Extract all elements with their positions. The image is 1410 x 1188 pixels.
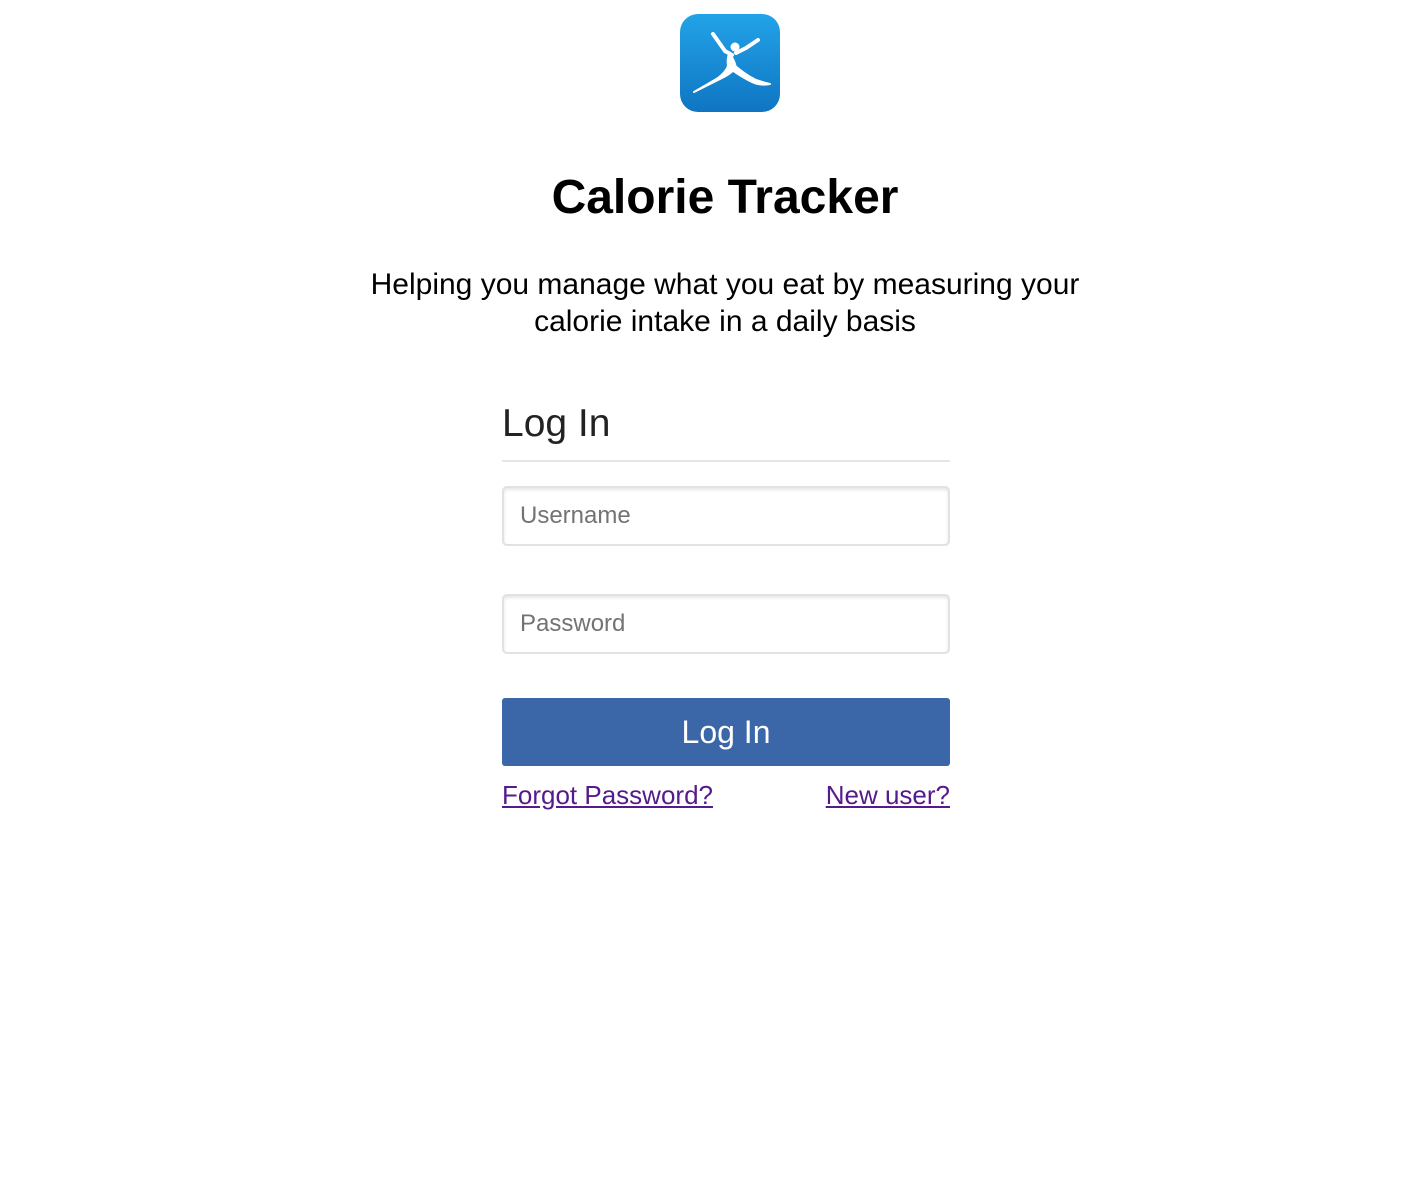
username-input[interactable] xyxy=(502,486,950,546)
forgot-password-link[interactable]: Forgot Password? xyxy=(502,778,713,812)
app-logo-icon xyxy=(680,14,780,112)
app-tagline: Helping you manage what you eat by measu… xyxy=(370,268,1080,338)
password-input[interactable] xyxy=(502,594,950,654)
login-form-heading: Log In xyxy=(502,396,950,462)
app-title: Calorie Tracker xyxy=(551,171,899,224)
new-user-link[interactable]: New user? xyxy=(826,778,950,812)
login-form: Log In Log In Forgot Password? New user? xyxy=(502,396,950,810)
form-links: Forgot Password? New user? xyxy=(502,778,950,812)
login-page: Calorie Tracker Helping you manage what … xyxy=(0,0,1410,1188)
login-button[interactable]: Log In xyxy=(502,698,950,766)
jumping-figure-icon xyxy=(693,32,771,93)
